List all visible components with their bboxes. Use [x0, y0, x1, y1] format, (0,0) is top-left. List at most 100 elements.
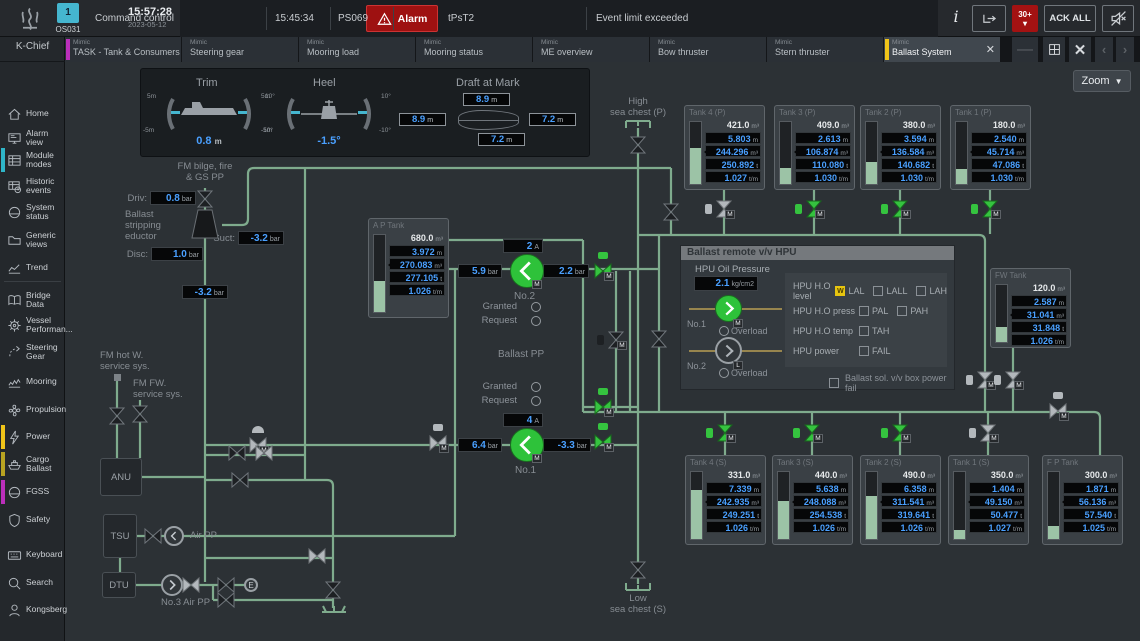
tank-tank-2-s[interactable]: Tank 2 (S)490.0m³6.358m311.541m³319.641t… [860, 455, 941, 545]
tank-4p-valve[interactable]: M [714, 199, 734, 219]
tsu-outlet-valve[interactable] [143, 526, 163, 546]
tsu-box[interactable]: TSU [103, 514, 137, 558]
request-radio[interactable] [531, 396, 541, 406]
fw-outlet-1-valve[interactable]: M [975, 370, 995, 390]
tank-2s-valve[interactable]: M [890, 423, 910, 443]
sidebar-item-cargo-ballast[interactable]: Cargo Ballast [0, 451, 65, 477]
sidebar-item-bridge-data[interactable]: Bridge Data [0, 287, 65, 313]
tank-1s-valve[interactable]: M [978, 423, 998, 443]
tank-fw-tank[interactable]: FW Tank120.0m³2.587m31.041m³31.848t1.026… [990, 268, 1071, 348]
air-pp-pump[interactable] [164, 526, 184, 546]
tank-f-p-tank[interactable]: F P Tank300.0m³1.871m56.136m³57.540t1.02… [1042, 455, 1123, 545]
sidebar-item-module-modes[interactable]: Module modes [0, 147, 65, 173]
sidebar-item-search[interactable]: Search [0, 570, 65, 596]
tank-tank-1-s[interactable]: Tank 1 (S)350.0m³1.404m49.150m³50.477t1.… [948, 455, 1029, 545]
eductor-shape[interactable] [191, 209, 219, 239]
sidebar-item-power[interactable]: Power [0, 424, 65, 450]
tank-a-p-tank[interactable]: A P Tank680.0m³3.972m270.083m³277.105t1.… [368, 218, 449, 318]
hpu-panel-title[interactable]: Ballast remote v/v HPU [681, 246, 954, 260]
tank-3s-valve[interactable]: M [802, 423, 822, 443]
hpu-pump-1[interactable] [715, 295, 742, 322]
close-all-button[interactable]: ✕ [1069, 37, 1091, 62]
pump2-discharge-valve[interactable]: M [593, 261, 613, 281]
alarm-checkbox[interactable] [873, 286, 883, 296]
sidebar-item-safety[interactable]: Safety [0, 507, 65, 533]
overboard-valve[interactable] [323, 580, 343, 600]
alarm-checkbox[interactable] [859, 346, 869, 356]
zoom-dropdown[interactable]: Zoom▼ [1073, 70, 1131, 92]
sidebar-item-keyboard[interactable]: Keyboard [0, 542, 65, 568]
no3-line-1-valve[interactable] [181, 575, 201, 595]
sidebar-item-generic-views[interactable]: Generic views [0, 227, 65, 253]
eductor-drive-valve[interactable] [195, 189, 215, 209]
sidebar-item-steering-gear[interactable]: Steering Gear [0, 339, 65, 365]
login-button[interactable] [972, 5, 1006, 32]
tile-windows-button[interactable] [1043, 37, 1065, 62]
alarm-checkbox[interactable] [859, 306, 869, 316]
tank-4s-valve[interactable]: M [715, 423, 735, 443]
tab-task-tank-consumers[interactable]: MimicTASK - Tank & Consumers [65, 37, 181, 62]
sidebar-item-propulsion[interactable]: Propulsion [0, 397, 65, 423]
sidebar-item-kongsberg[interactable]: Kongsberg [0, 597, 65, 623]
tank-tank-4-s[interactable]: Tank 4 (S)331.0m³7.339m242.935m³249.251t… [685, 455, 766, 545]
mute-button[interactable] [1102, 5, 1134, 32]
overboard-branch-valve[interactable] [307, 546, 327, 566]
sidebar-item-home[interactable]: Home [0, 101, 65, 127]
next-tab-button[interactable]: › [1116, 37, 1134, 62]
tab-blank-button[interactable]: — [1012, 37, 1038, 62]
dtu-box[interactable]: DTU [102, 572, 136, 598]
alarm-checkbox[interactable] [897, 306, 907, 316]
tab-mooring-status[interactable]: MimicMooring status [416, 37, 532, 62]
tank-tank-4-p[interactable]: Tank 4 (P)421.0m³5.803m244.296m³250.892t… [684, 105, 765, 190]
tab-mooring-load[interactable]: MimicMooring load [299, 37, 415, 62]
alarm-checkbox[interactable] [859, 326, 869, 336]
unacknowledged-alarms-badge[interactable]: 30+▾ [1012, 5, 1038, 32]
alarm-button[interactable]: Alarm [366, 5, 438, 32]
power-fail-checkbox[interactable] [829, 378, 839, 388]
granted-radio[interactable] [531, 382, 541, 392]
low-sea-chest-valve[interactable] [628, 560, 648, 580]
hpu-pump1-overload-radio[interactable] [719, 326, 729, 336]
alarm-checkbox[interactable] [916, 286, 926, 296]
tank-tank-1-p[interactable]: Tank 1 (P)180.0m³2.540m45.714m³47.086t1.… [950, 105, 1031, 190]
sea-chest-branch-valve[interactable] [661, 202, 681, 222]
anu-line-2-valve[interactable] [254, 443, 274, 463]
anu-line-3-valve[interactable] [230, 470, 250, 490]
tab-bow-thruster[interactable]: MimicBow thruster [650, 37, 766, 62]
fm-hot-valve[interactable] [107, 406, 127, 426]
tab-ballast-system[interactable]: MimicBallast System✕ [884, 37, 1000, 62]
station-number-box[interactable]: 1 [57, 3, 79, 23]
high-sea-chest-valve[interactable] [628, 135, 648, 155]
sidebar-item-system-status[interactable]: System status [0, 199, 65, 225]
sidebar-item-mooring[interactable]: Mooring [0, 369, 65, 395]
no3-line-3-valve[interactable] [216, 590, 236, 610]
pump1-branch-valve[interactable]: M [593, 397, 613, 417]
warning-checkbox[interactable]: W [835, 286, 845, 296]
pump1-discharge-valve[interactable]: M [593, 432, 613, 452]
tab-stern-thruster[interactable]: MimicStern thruster [767, 37, 883, 62]
close-icon[interactable]: ✕ [986, 43, 995, 56]
sidebar-item-trend[interactable]: Trend [0, 255, 65, 281]
tank-tank-3-s[interactable]: Tank 3 (S)440.0m³5.638m248.088m³254.538t… [772, 455, 853, 545]
info-icon[interactable]: i [946, 7, 966, 26]
no3-air-pp-pump[interactable] [161, 574, 183, 596]
prev-tab-button[interactable]: ‹ [1095, 37, 1113, 62]
sidebar-item-fgss[interactable]: FGSS [0, 479, 65, 505]
crossover-1-valve[interactable]: M [606, 330, 626, 350]
tank-3p-valve[interactable]: M [804, 199, 824, 219]
fm-fw-valve[interactable] [130, 404, 150, 424]
tank-2p-valve[interactable]: M [890, 199, 910, 219]
sidebar-item-vessel-performan[interactable]: Vessel Performan... [0, 312, 65, 338]
fp-inlet-valve[interactable]: M [1048, 401, 1068, 421]
tab-me-overview[interactable]: MimicME overview [533, 37, 649, 62]
hpu-pump-2[interactable] [715, 337, 742, 364]
granted-radio[interactable] [531, 302, 541, 312]
tank-tank-2-p[interactable]: Tank 2 (P)380.0m³3.594m136.584m³140.682t… [860, 105, 941, 190]
request-radio[interactable] [531, 316, 541, 326]
anu-line-1-valve[interactable] [227, 443, 247, 463]
ack-all-button[interactable]: ACK ALL [1044, 5, 1096, 32]
pump1-suction-valve[interactable]: M [428, 433, 448, 453]
hpu-pump2-overload-radio[interactable] [719, 368, 729, 378]
tank-1p-valve[interactable]: M [980, 199, 1000, 219]
anu-box[interactable]: ANU [100, 458, 142, 496]
